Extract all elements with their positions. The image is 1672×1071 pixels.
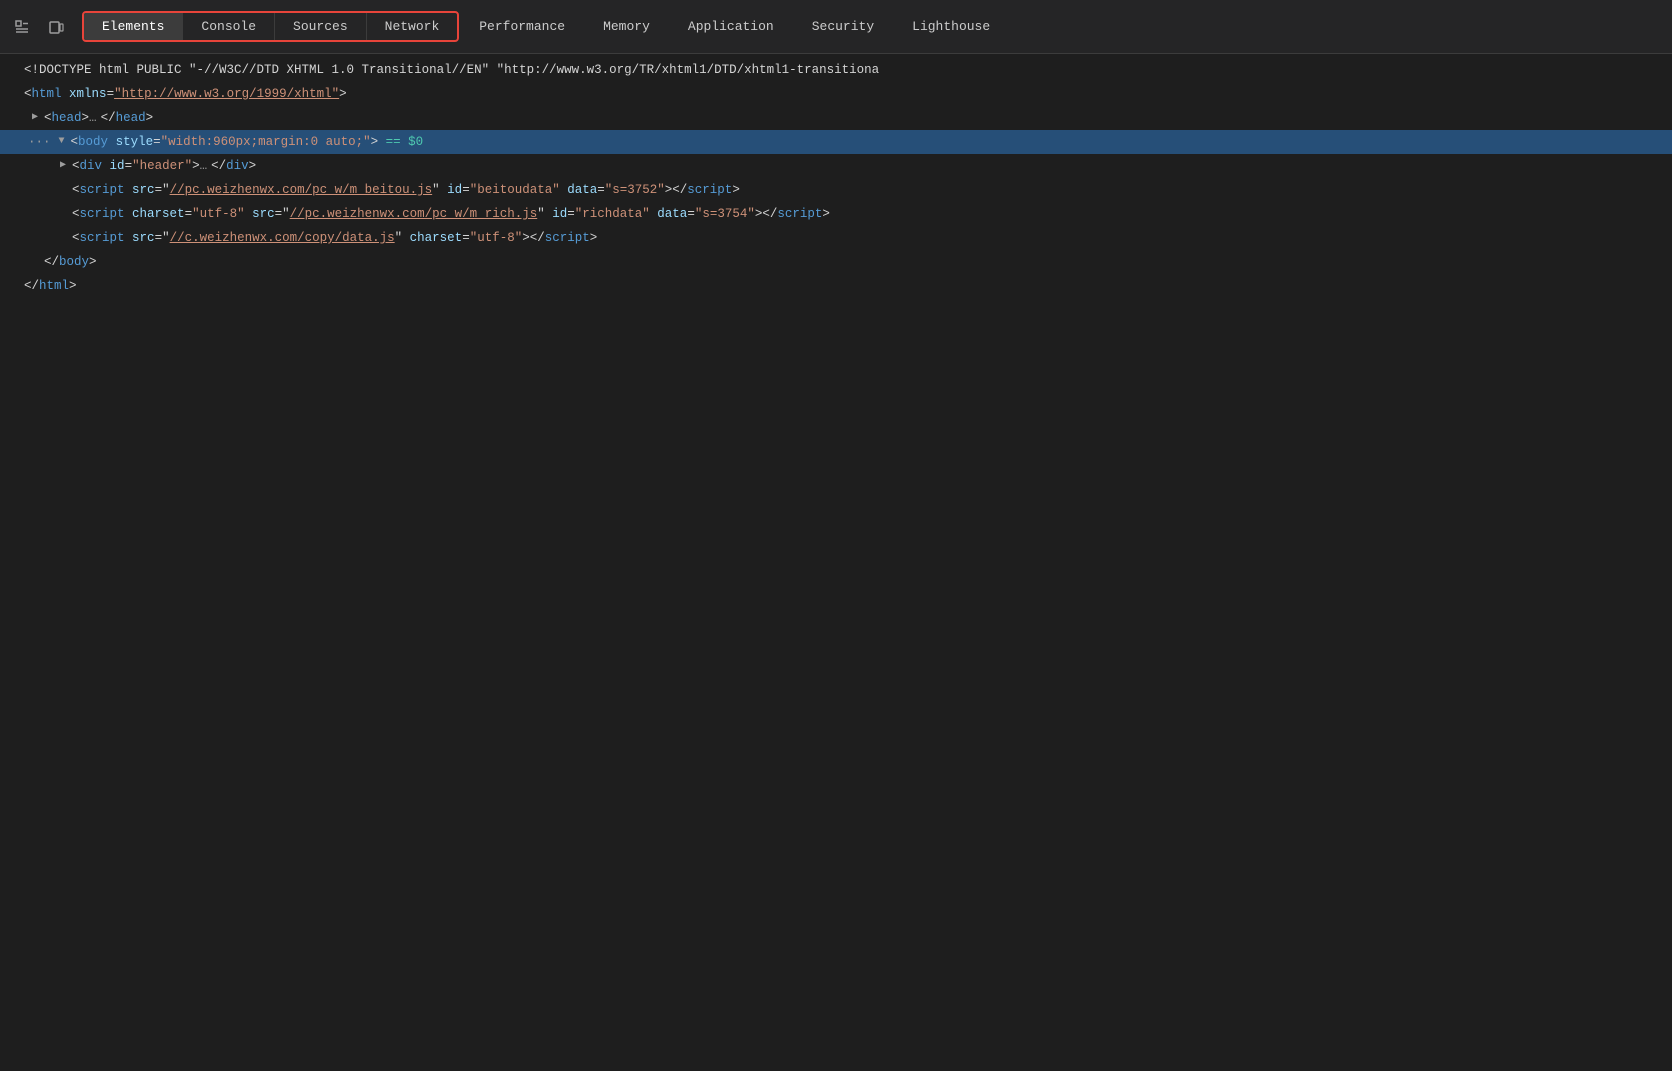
primary-tab-group: Elements Console Sources Network (82, 11, 459, 42)
table-row[interactable]: ··· <body style="width:960px;margin:0 au… (0, 130, 1672, 154)
tab-network[interactable]: Network (367, 13, 458, 40)
tab-application[interactable]: Application (670, 13, 792, 40)
tab-elements[interactable]: Elements (84, 13, 183, 40)
tab-lighthouse[interactable]: Lighthouse (894, 13, 1008, 40)
inspect-element-button[interactable] (8, 13, 36, 41)
tab-console[interactable]: Console (183, 13, 275, 40)
table-row[interactable]: <!DOCTYPE html PUBLIC "-//W3C//DTD XHTML… (0, 58, 1672, 82)
tab-memory[interactable]: Memory (585, 13, 668, 40)
expand-arrow[interactable] (56, 159, 70, 173)
table-row[interactable]: </html> (0, 274, 1672, 298)
table-row[interactable]: </body> (0, 250, 1672, 274)
devtools-tab-bar: Elements Console Sources Network Perform… (0, 0, 1672, 54)
elements-panel: <!DOCTYPE html PUBLIC "-//W3C//DTD XHTML… (0, 54, 1672, 302)
tab-security[interactable]: Security (794, 13, 892, 40)
table-row[interactable]: <div id="header">…</div> (0, 154, 1672, 178)
table-row[interactable]: <script src="//c.weizhenwx.com/copy/data… (0, 226, 1672, 250)
toolbar-icons (8, 13, 70, 41)
tab-performance[interactable]: Performance (461, 13, 583, 40)
device-toolbar-button[interactable] (42, 13, 70, 41)
tab-sources[interactable]: Sources (275, 13, 367, 40)
table-row[interactable]: <script src="//pc.weizhenwx.com/pc_w/m_b… (0, 178, 1672, 202)
table-row[interactable]: <script charset="utf-8" src="//pc.weizhe… (0, 202, 1672, 226)
table-row[interactable]: <head>…</head> (0, 106, 1672, 130)
node-dots: ··· (28, 132, 51, 152)
expand-arrow[interactable] (55, 135, 69, 149)
expand-arrow[interactable] (28, 111, 42, 125)
table-row[interactable]: <html xmlns="http://www.w3.org/1999/xhtm… (0, 82, 1672, 106)
